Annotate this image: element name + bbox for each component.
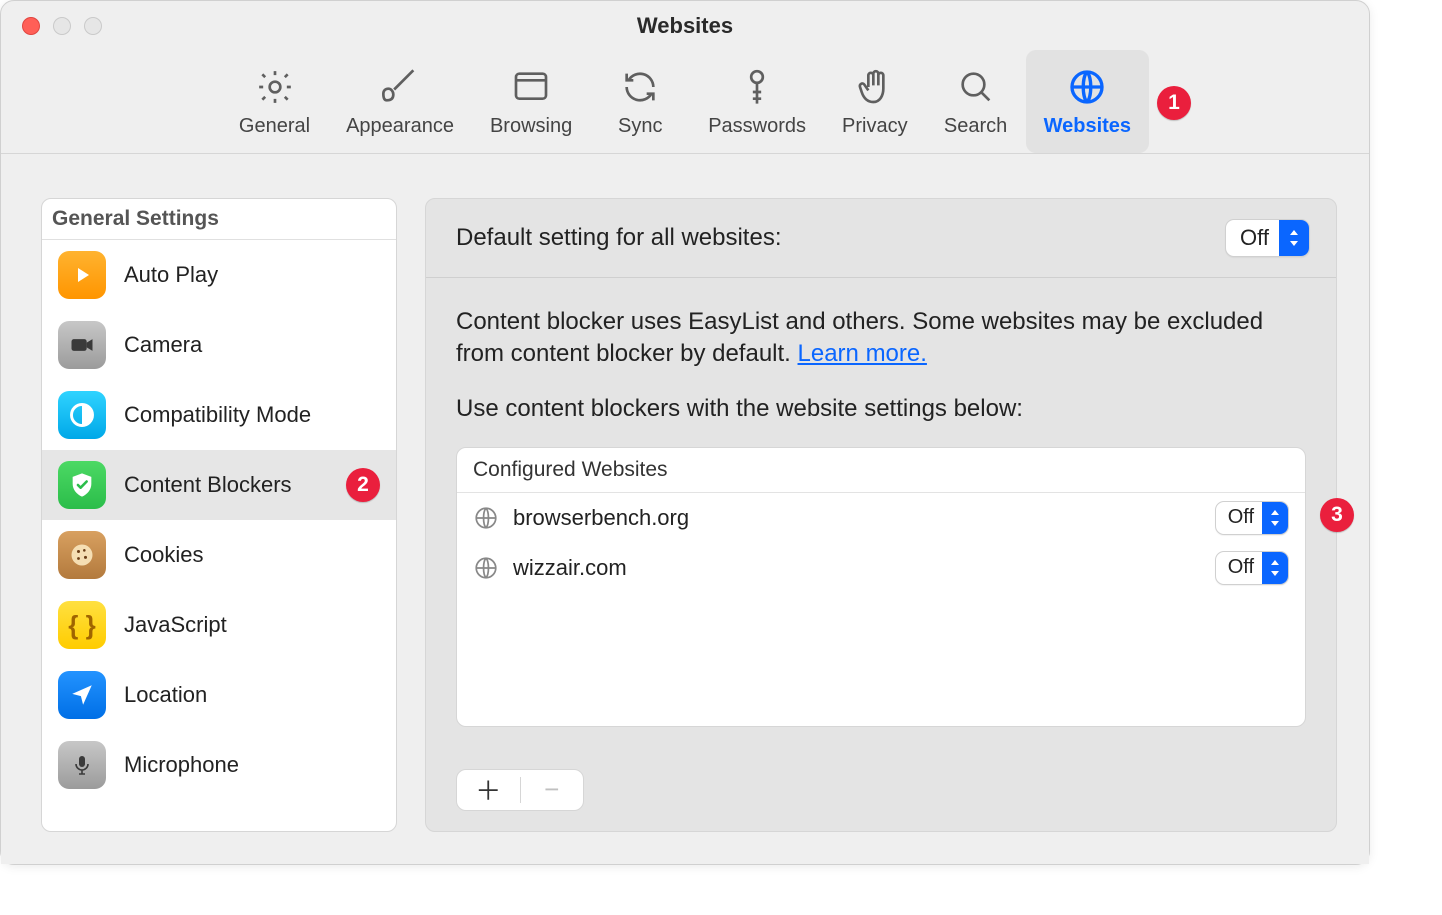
- sidebar-item-autoplay[interactable]: Auto Play: [42, 240, 396, 310]
- site-name: browserbench.org: [513, 505, 689, 531]
- play-icon: [58, 251, 106, 299]
- site-setting-select[interactable]: Off: [1215, 501, 1289, 535]
- globe-icon: [473, 555, 499, 581]
- tab-appearance[interactable]: Appearance: [328, 50, 472, 153]
- table-row[interactable]: browserbench.org Off: [457, 493, 1305, 543]
- select-value: Off: [1216, 552, 1262, 584]
- braces-icon: { }: [58, 601, 106, 649]
- chevrons-icon: [1279, 220, 1309, 256]
- sidebar-item-label: Content Blockers: [124, 472, 292, 498]
- magnifying-glass-icon: [954, 65, 998, 109]
- sidebar-item-cookies[interactable]: Cookies: [42, 520, 396, 590]
- sidebar-item-compat[interactable]: Compatibility Mode: [42, 380, 396, 450]
- globe-icon: [473, 505, 499, 531]
- window-zoom-button[interactable]: [84, 17, 102, 35]
- annotation-badge-2: 2: [346, 468, 380, 502]
- key-icon: [735, 65, 779, 109]
- window-title: Websites: [1, 13, 1369, 39]
- tab-label: Websites: [1044, 115, 1131, 138]
- preferences-window: Websites General Appearance Browsing: [0, 0, 1370, 865]
- brush-icon: [378, 65, 422, 109]
- tab-label: Passwords: [708, 115, 806, 138]
- tab-label: General: [239, 115, 310, 138]
- use-content-blockers-label: Use content blockers with the website se…: [456, 395, 1306, 423]
- content-area: General Settings Auto Play Camera Compat…: [1, 154, 1369, 864]
- add-website-button[interactable]: ＋: [457, 770, 520, 810]
- sidebar-item-content-blockers[interactable]: Content Blockers 2: [42, 450, 396, 520]
- window-icon: [509, 65, 553, 109]
- tab-privacy[interactable]: Privacy: [824, 50, 926, 153]
- settings-sidebar: General Settings Auto Play Camera Compat…: [41, 198, 397, 832]
- tab-label: Search: [944, 115, 1007, 138]
- hand-icon: [853, 65, 897, 109]
- sidebar-item-javascript[interactable]: { } JavaScript: [42, 590, 396, 660]
- default-setting-row: Default setting for all websites: Off 3: [426, 199, 1336, 278]
- configured-websites-table: Configured Websites browserbench.org Off: [456, 447, 1306, 727]
- sidebar-item-camera[interactable]: Camera: [42, 310, 396, 380]
- cookie-icon: [58, 531, 106, 579]
- chevrons-icon: [1262, 502, 1288, 534]
- default-setting-select[interactable]: Off: [1225, 219, 1310, 257]
- annotation-badge-1: 1: [1157, 86, 1191, 120]
- content-blocker-description: Content blocker uses EasyList and others…: [456, 306, 1306, 371]
- default-setting-label: Default setting for all websites:: [456, 224, 782, 252]
- sync-icon: [618, 65, 662, 109]
- add-remove-control: ＋ −: [456, 769, 584, 811]
- table-row[interactable]: wizzair.com Off: [457, 543, 1305, 593]
- tab-websites[interactable]: Websites: [1026, 50, 1149, 153]
- preferences-toolbar: General Appearance Browsing Sync: [1, 50, 1369, 154]
- sidebar-item-microphone[interactable]: Microphone: [42, 730, 396, 800]
- tab-label: Privacy: [842, 115, 908, 138]
- detail-panel: Default setting for all websites: Off 3 …: [425, 198, 1337, 832]
- window-close-button[interactable]: [22, 17, 40, 35]
- location-arrow-icon: [58, 671, 106, 719]
- tab-label: Sync: [618, 115, 662, 138]
- compat-icon: [58, 391, 106, 439]
- select-value: Off: [1216, 502, 1262, 534]
- camera-icon: [58, 321, 106, 369]
- sidebar-item-label: Location: [124, 682, 207, 708]
- annotation-badge-3: 3: [1320, 498, 1354, 532]
- sidebar-item-label: Cookies: [124, 542, 203, 568]
- sidebar-item-label: Compatibility Mode: [124, 402, 311, 428]
- window-minimize-button[interactable]: [53, 17, 71, 35]
- tab-label: Browsing: [490, 115, 572, 138]
- tab-label: Appearance: [346, 115, 454, 138]
- site-setting-select[interactable]: Off: [1215, 551, 1289, 585]
- titlebar: Websites: [1, 1, 1369, 50]
- learn-more-link[interactable]: Learn more.: [798, 340, 927, 367]
- tab-passwords[interactable]: Passwords: [690, 50, 824, 153]
- tab-sync[interactable]: Sync: [590, 50, 690, 153]
- sidebar-item-label: Camera: [124, 332, 202, 358]
- tab-browsing[interactable]: Browsing: [472, 50, 590, 153]
- microphone-icon: [58, 741, 106, 789]
- tab-search[interactable]: Search: [926, 50, 1026, 153]
- traffic-lights: [22, 17, 102, 35]
- table-header: Configured Websites: [457, 448, 1305, 493]
- sidebar-item-label: Microphone: [124, 752, 239, 778]
- sidebar-item-label: Auto Play: [124, 262, 218, 288]
- globe-icon: [1065, 65, 1109, 109]
- chevrons-icon: [1262, 552, 1288, 584]
- sidebar-item-label: JavaScript: [124, 612, 227, 638]
- select-value: Off: [1226, 220, 1279, 256]
- shield-check-icon: [58, 461, 106, 509]
- sidebar-header: General Settings: [42, 199, 396, 240]
- gear-icon: [253, 65, 297, 109]
- sidebar-item-location[interactable]: Location: [42, 660, 396, 730]
- remove-website-button[interactable]: −: [521, 770, 584, 810]
- tab-general[interactable]: General: [221, 50, 328, 153]
- site-name: wizzair.com: [513, 555, 627, 581]
